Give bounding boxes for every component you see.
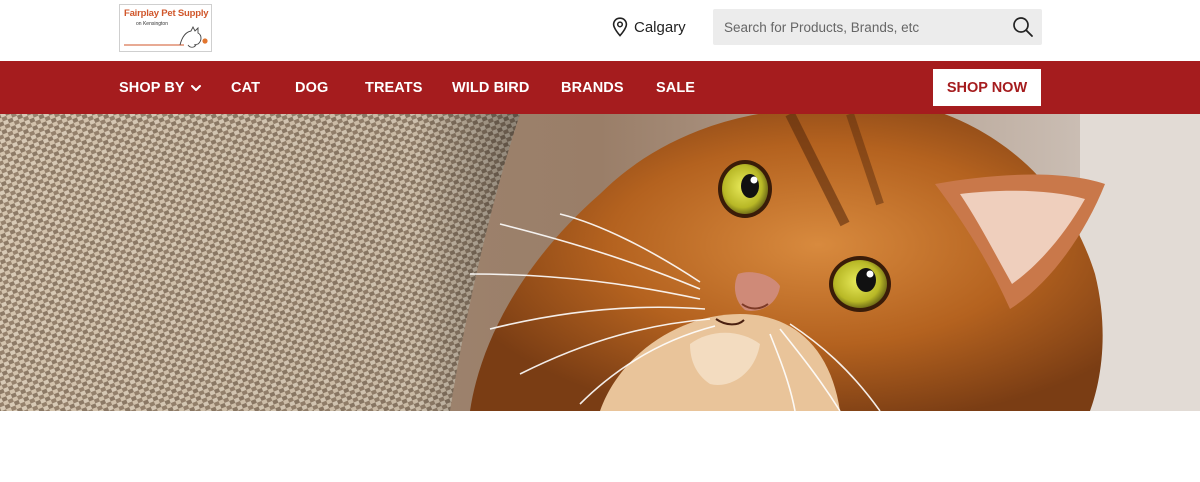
store-logo[interactable]: Fairplay Pet Supply on Kensington: [119, 4, 212, 52]
location-label: Calgary: [634, 18, 686, 36]
hero-banner[interactable]: [0, 114, 1200, 411]
search-bar: [713, 9, 1042, 45]
content-area: [0, 411, 1200, 482]
logo-title: Fairplay Pet Supply: [124, 8, 209, 19]
search-button[interactable]: [1012, 16, 1034, 38]
main-navigation: SHOP BY CAT DOG TREATS WILD BIRD BRANDS …: [0, 61, 1200, 114]
nav-item-wild-bird[interactable]: WILD BIRD: [452, 61, 529, 114]
nav-item-treats[interactable]: TREATS: [365, 61, 423, 114]
nav-label-shop-by: SHOP BY: [119, 79, 185, 96]
nav-item-shop-by[interactable]: SHOP BY: [119, 61, 201, 114]
shop-now-button[interactable]: SHOP NOW: [933, 69, 1041, 106]
nav-item-brands[interactable]: BRANDS: [561, 61, 624, 114]
search-input[interactable]: [713, 9, 1003, 45]
site-header: Fairplay Pet Supply on Kensington Calgar…: [0, 0, 1200, 61]
hero-cat-image: [0, 114, 1200, 411]
nav-item-dog[interactable]: DOG: [295, 61, 328, 114]
nav-item-cat[interactable]: CAT: [231, 61, 260, 114]
map-pin-icon: [612, 17, 628, 37]
nav-item-sale[interactable]: SALE: [656, 61, 695, 114]
store-location[interactable]: Calgary: [612, 14, 686, 40]
logo-cat-illustration: [124, 25, 208, 48]
search-icon: [1013, 17, 1033, 37]
chevron-down-icon: [190, 84, 201, 91]
